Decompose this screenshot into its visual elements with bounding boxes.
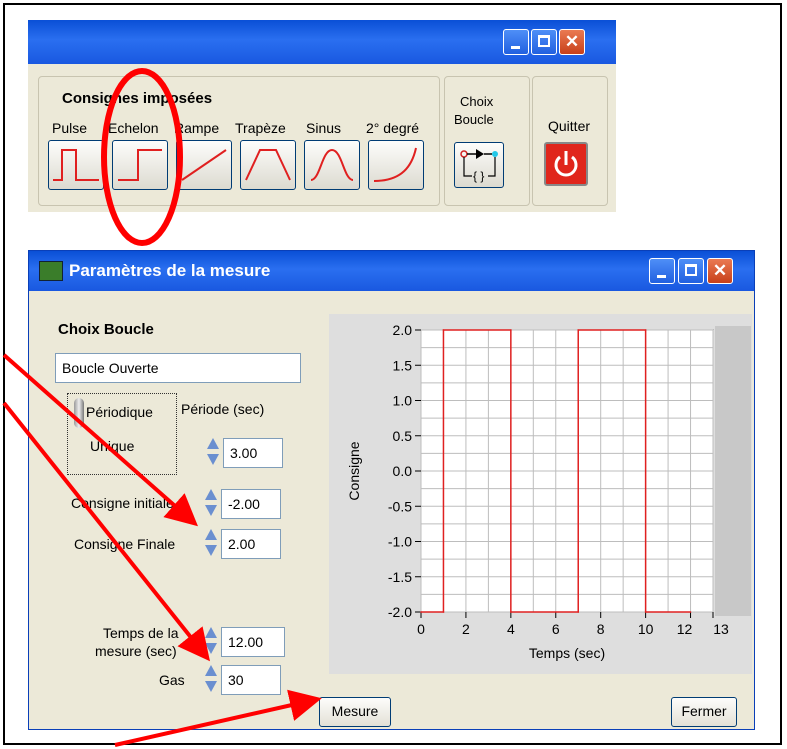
arrow-gas: [2, 401, 210, 662]
arrow-mesure: [114, 689, 322, 747]
highlight-circle: [101, 68, 183, 246]
annotation-overlay: [2, 68, 322, 747]
